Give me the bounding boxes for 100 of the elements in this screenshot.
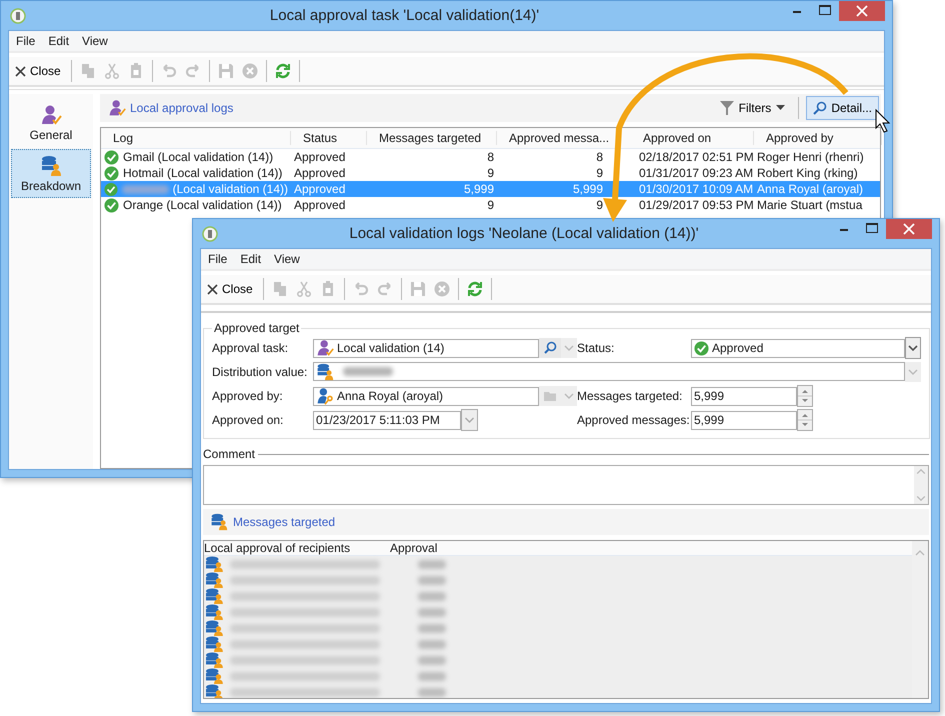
close-toolbar-button[interactable]: Close (12, 62, 64, 80)
table-row[interactable]: Orange (Local validation (14)) Approved 9 9 01/29/2017 09:53 PM Marie Stuart (mstua (101, 197, 880, 213)
field-label: Approved by: (212, 389, 284, 403)
blurred-text-block (418, 608, 446, 616)
approval-task-field[interactable]: Local validation (14) (313, 338, 539, 358)
dropdown-button[interactable] (905, 337, 921, 359)
database-person-icon (204, 684, 224, 698)
funnel-icon (720, 100, 734, 116)
table-cell-text: 01/31/2017 09:23 AM (638, 166, 754, 180)
search-icon (813, 101, 828, 115)
menu-item[interactable]: Edit (235, 252, 270, 266)
field-label: Approved on: (212, 413, 284, 427)
person-check-icon (40, 104, 62, 126)
panel-title-link[interactable]: Local approval logs (108, 99, 234, 117)
column-header[interactable]: Log (101, 131, 291, 145)
refresh-icon[interactable] (274, 62, 292, 80)
folder-button[interactable] (539, 386, 561, 406)
table-cell-text: 5,999 (572, 182, 604, 196)
column-header[interactable]: Local approval of recipients (204, 541, 390, 555)
close-button[interactable] (886, 219, 932, 239)
sidebar-tab[interactable]: General (11, 98, 91, 147)
search-button[interactable] (539, 338, 561, 358)
spinner-buttons[interactable] (797, 409, 813, 431)
close-button[interactable] (839, 1, 885, 21)
table-cell: Gmail (Local validation (14)) (123, 150, 274, 164)
table-cell: Orange (Local validation (14)) (123, 198, 282, 212)
blurred-text-block (418, 576, 446, 584)
messages-targeted-field[interactable]: 5,999 (691, 386, 797, 406)
check-circle-icon (104, 166, 119, 180)
caret-icon (776, 105, 786, 111)
field-label: Status: (577, 341, 616, 355)
table-cell-text: 02/18/2017 02:51 PM (638, 150, 754, 164)
database-person-icon (209, 513, 229, 531)
database-person-icon (204, 556, 224, 572)
database-person-icon (204, 636, 224, 652)
table-cell-text: Anna Royal (aroyal) (756, 182, 864, 196)
menu-item[interactable]: File (11, 34, 44, 48)
approved-by-field[interactable]: Anna Royal (aroyal) (313, 386, 539, 406)
field-label: Messages targeted: (577, 389, 684, 403)
column-header[interactable]: Approved on (617, 131, 754, 145)
database-person-icon (204, 668, 224, 684)
table-cell: (Local validation (14)) (172, 182, 288, 196)
column-header[interactable]: Status (291, 131, 367, 145)
field-label: Approval task: (212, 341, 290, 355)
refresh-icon[interactable] (466, 280, 484, 298)
distribution-value-field[interactable] (313, 362, 905, 381)
database-person-icon (204, 620, 224, 636)
comment-field[interactable] (203, 465, 929, 505)
vertical-scrollbar[interactable] (914, 466, 928, 504)
table-cell-text: Approved (293, 182, 346, 196)
approved-on-field[interactable]: 01/23/2017 5:11:03 PM (313, 410, 461, 430)
close-icon (15, 66, 26, 76)
comment-label: Comment (203, 447, 256, 461)
field-label: Distribution value: (212, 364, 308, 378)
blurred-text-block (418, 592, 446, 600)
close-toolbar-button[interactable]: Close (204, 280, 256, 298)
menu-item[interactable]: View (269, 252, 308, 266)
check-circle-icon (104, 198, 119, 212)
table-cell-text: 8 (595, 150, 604, 164)
check-circle-icon (694, 340, 709, 356)
table-cell: Hotmail (Local validation (14)) (123, 166, 282, 180)
person-check-icon (316, 339, 334, 357)
spinner-buttons[interactable] (797, 385, 813, 407)
database-person-icon (204, 604, 224, 620)
table-cell-text: Approved (293, 150, 346, 164)
table-cell-text: Robert King (rking) (756, 166, 859, 180)
approved-messages-field[interactable]: 5,999 (691, 410, 797, 430)
column-header[interactable]: Approved messa... (497, 131, 617, 145)
group-title: Approved target (213, 321, 300, 335)
field-label: Approved messages: (577, 413, 691, 427)
database-person-icon (204, 572, 224, 588)
menu-item[interactable]: View (77, 34, 116, 48)
menu-item[interactable]: File (203, 252, 236, 266)
database-person-icon (204, 652, 224, 668)
person-key-icon (316, 387, 334, 405)
table-cell-text: 9 (595, 166, 604, 180)
close-icon (207, 284, 218, 294)
column-header[interactable]: Approval (390, 541, 438, 555)
table-cell-text: 01/30/2017 10:09 AM (638, 182, 754, 196)
messages-targeted-link[interactable]: Messages targeted (209, 513, 336, 531)
app-icon (202, 226, 218, 242)
table-cell-text: Approved (293, 198, 346, 212)
blurred-text-block (418, 656, 446, 664)
table-cell-text: 5,999 (462, 182, 495, 196)
table-row[interactable]: Gmail (Local validation (14)) Approved 8 8 02/18/2017 02:51 PM Roger Henri (rhenri) (101, 149, 880, 165)
table-cell-text: Approved (293, 166, 346, 180)
database-person-icon (316, 362, 334, 380)
detail-button[interactable]: Detail... (806, 96, 879, 120)
column-header[interactable]: Messages targeted (367, 131, 497, 145)
menu-item[interactable]: Edit (43, 34, 78, 48)
table-row[interactable]: Hotmail (Local validation (14)) Approved 9 9 01/31/2017 09:23 AM Robert King (rking) (101, 165, 880, 181)
blurred-text-block (418, 672, 446, 680)
blurred-text-block (418, 688, 446, 696)
table-cell-text: 9 (486, 198, 495, 212)
filters-dropdown[interactable]: Filters (714, 99, 792, 117)
blurred-text-block (418, 560, 446, 568)
database-person-icon (204, 588, 224, 604)
status-dropdown[interactable]: Approved (691, 338, 905, 358)
sidebar-tab[interactable]: Breakdown (11, 149, 91, 198)
column-header[interactable]: Approved by (754, 131, 882, 145)
